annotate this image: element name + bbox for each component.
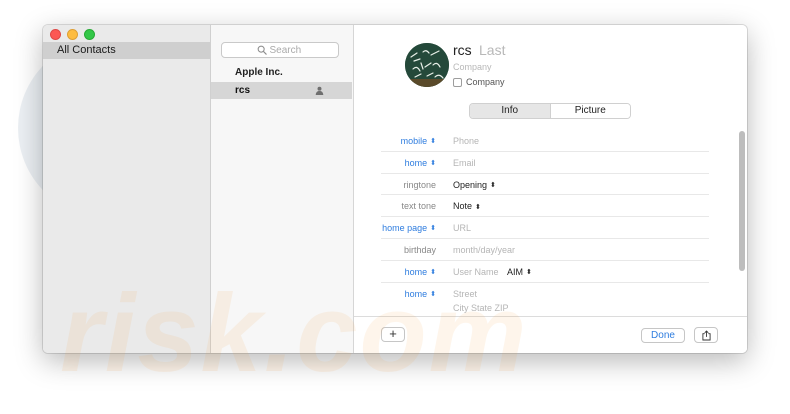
contact-name: rcs (235, 85, 251, 96)
search-input[interactable] (269, 44, 304, 56)
im-service-popup[interactable]: AIM ⬍ (507, 267, 532, 277)
stepper-icon: ⬍ (490, 181, 496, 189)
card-scrollbar[interactable] (739, 131, 745, 271)
company-field[interactable]: Company (453, 62, 492, 72)
stepper-icon: ⬍ (430, 225, 436, 233)
field-row-birthday: birthday month/day/year (354, 239, 747, 261)
email-label-popup[interactable]: home ⬍ (405, 158, 436, 168)
city-state-zip-input[interactable]: City State ZIP (453, 303, 509, 313)
address-label-popup[interactable]: home ⬍ (405, 289, 436, 299)
share-button[interactable] (694, 327, 718, 343)
search-icon (257, 45, 267, 55)
contact-row-selected[interactable]: rcs (211, 82, 352, 99)
url-input[interactable]: URL (453, 223, 471, 233)
done-button[interactable]: Done (641, 328, 685, 343)
first-name-field[interactable]: rcs (453, 42, 472, 58)
stepper-icon: ⬍ (430, 159, 436, 167)
ringtone-popup[interactable]: Opening ⬍ (453, 180, 496, 190)
share-icon (701, 330, 711, 341)
im-username-input[interactable]: User Name (453, 267, 499, 277)
groups-sidebar: All Contacts (43, 25, 211, 353)
chalkboard-photo-icon (405, 43, 449, 87)
contacts-window: All Contacts Apple Inc. rcs (43, 25, 747, 353)
minimize-window-button[interactable] (67, 29, 78, 40)
company-checkbox-row[interactable]: Company (453, 77, 505, 87)
phone-input[interactable]: Phone (453, 136, 479, 146)
info-picture-segmented-control: Info Picture (469, 103, 631, 119)
stepper-icon: ⬍ (430, 268, 436, 276)
url-label-popup[interactable]: home page ⬍ (382, 223, 436, 233)
field-row-email: home ⬍ Email (354, 152, 747, 174)
field-row-im: home ⬍ User Name AIM ⬍ (354, 261, 747, 283)
field-row-address: home ⬍ Street City State ZIP (354, 283, 747, 313)
field-row-url: home page ⬍ URL (354, 217, 747, 239)
sidebar-item-label: All Contacts (57, 44, 116, 56)
window-controls (50, 29, 95, 40)
stepper-icon: ⬍ (475, 203, 481, 211)
text-tone-popup[interactable]: Note ⬍ (453, 201, 481, 211)
field-row-phone: mobile ⬍ Phone (354, 130, 747, 152)
person-icon (315, 86, 324, 95)
list-group-header: Apple Inc. (235, 67, 283, 78)
stepper-icon: ⬍ (430, 290, 436, 298)
birthday-label: birthday (403, 244, 436, 255)
street-input[interactable]: Street (453, 289, 477, 299)
text-tone-label: text tone (401, 201, 436, 212)
stepper-icon: ⬍ (430, 138, 436, 146)
field-row-ringtone: ringtone Opening ⬍ (354, 174, 747, 196)
contacts-list: Apple Inc. rcs (211, 25, 354, 353)
card-toolbar: + Done (354, 316, 747, 353)
search-field[interactable] (221, 42, 339, 58)
zoom-window-button[interactable] (84, 29, 95, 40)
contact-card: rcs Last Company Company Info Picture mo… (354, 25, 747, 353)
tab-picture[interactable]: Picture (550, 104, 630, 118)
birthday-input[interactable]: month/day/year (453, 245, 515, 255)
contact-avatar[interactable] (405, 43, 449, 87)
contact-fields: mobile ⬍ Phone home ⬍ Email ringtone Openi… (354, 130, 747, 313)
company-checkbox-label: Company (466, 77, 505, 87)
stage: All Contacts Apple Inc. rcs (0, 0, 790, 414)
email-input[interactable]: Email (453, 158, 476, 168)
add-button[interactable]: + (381, 327, 405, 342)
sidebar-item-all-contacts[interactable]: All Contacts (43, 42, 210, 59)
last-name-field[interactable]: Last (479, 42, 505, 58)
stepper-icon: ⬍ (526, 268, 532, 276)
company-checkbox[interactable] (453, 77, 462, 87)
close-window-button[interactable] (50, 29, 61, 40)
im-label-popup[interactable]: home ⬍ (405, 267, 436, 277)
phone-label-popup[interactable]: mobile ⬍ (401, 136, 436, 146)
tab-info[interactable]: Info (470, 104, 551, 118)
ringtone-label: ringtone (403, 179, 436, 190)
field-row-text-tone: text tone Note ⬍ (354, 195, 747, 218)
